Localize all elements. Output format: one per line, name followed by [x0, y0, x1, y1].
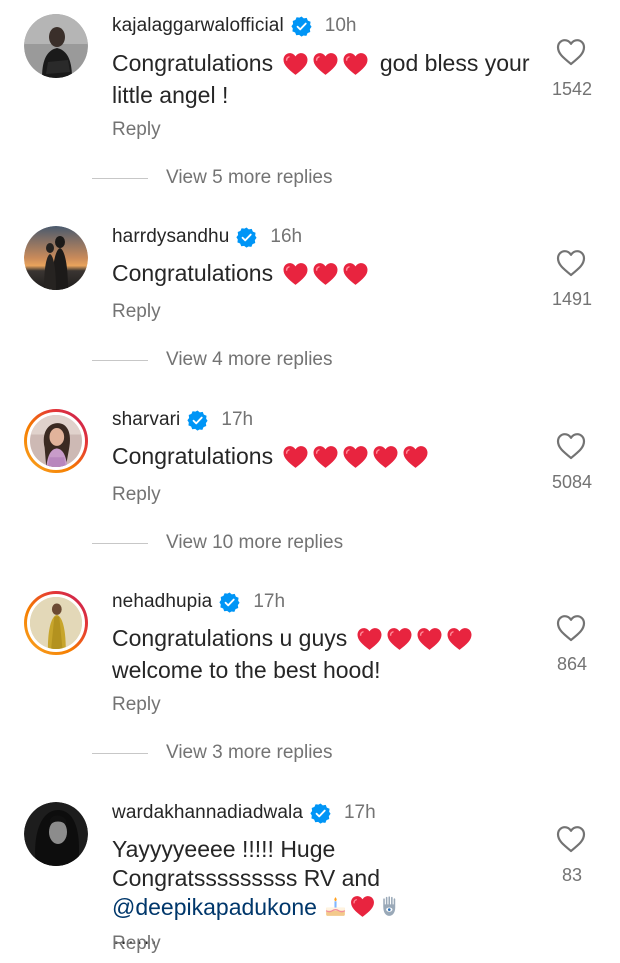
comment-username[interactable]: kajalaggarwalofficial: [112, 15, 284, 37]
verified-badge-icon: [236, 227, 257, 248]
red-heart-emoji: [356, 627, 383, 651]
comment-text-part: Congratulations: [112, 443, 274, 469]
view-replies-label: View 5 more replies: [166, 167, 333, 188]
reply-button[interactable]: Reply: [112, 484, 161, 506]
comment-text: Congratulations: [112, 442, 532, 474]
heart-outline-icon[interactable]: [556, 432, 586, 460]
avatar-photo: [30, 597, 82, 649]
reply-button[interactable]: Reply: [112, 933, 161, 955]
avatar-photo: [24, 802, 88, 866]
divider: [92, 177, 148, 179]
comment-username[interactable]: nehadhupia: [112, 591, 212, 613]
heart-outline-icon[interactable]: [556, 38, 586, 66]
heart-outline-icon[interactable]: [556, 249, 586, 277]
comment-timestamp: 10h: [324, 15, 357, 36]
avatar-photo: [30, 415, 82, 467]
red-heart-emoji: [312, 445, 339, 469]
comment-text-part: Congratulations u guys: [112, 625, 348, 651]
view-replies-label: View 10 more replies: [166, 532, 344, 553]
heart-emoji-group: [282, 52, 372, 81]
view-replies-label: View 3 more replies: [166, 742, 333, 763]
comment-username[interactable]: harrdysandhu: [112, 226, 229, 248]
red-heart-emoji: [402, 445, 429, 469]
red-heart-emoji: [342, 262, 369, 286]
view-more-replies[interactable]: View 3 more replies: [92, 741, 333, 765]
like-count: 5084: [551, 472, 593, 492]
red-heart-emoji: [342, 52, 369, 76]
reply-button[interactable]: Reply: [112, 119, 161, 141]
comment-username[interactable]: sharvari: [112, 409, 180, 431]
heart-emoji-group: [282, 262, 372, 291]
heart-emoji-group: [282, 445, 432, 474]
divider: [92, 542, 148, 544]
red-heart-emoji: [282, 445, 309, 469]
comment-text-part: Yayyyyeeee !!!!! Huge Congratsssssssss R…: [112, 836, 381, 891]
comment-timestamp: 17h: [253, 591, 286, 612]
comment-username[interactable]: wardakhannadiadwala: [112, 802, 303, 824]
like-count: 83: [561, 865, 583, 885]
avatar[interactable]: [24, 409, 88, 473]
red-heart-emoji: [282, 262, 309, 286]
view-more-replies[interactable]: View 4 more replies: [92, 348, 333, 372]
comment-text-part: Congratulations: [112, 50, 274, 76]
avatar-photo: [24, 14, 88, 78]
red-heart-emoji: [312, 52, 339, 76]
like-count: 1542: [551, 79, 593, 99]
red-heart-emoji: [446, 627, 473, 651]
comment-text-part: welcome to the best hood!: [112, 657, 381, 683]
avatar[interactable]: [24, 591, 88, 655]
view-more-replies[interactable]: View 5 more replies: [92, 166, 333, 190]
verified-badge-icon: [219, 592, 240, 613]
heart-outline-icon[interactable]: [556, 614, 586, 642]
red-heart-emoji: [372, 445, 399, 469]
red-heart-emoji: [312, 262, 339, 286]
avatar[interactable]: [24, 226, 88, 290]
verified-badge-icon: [310, 803, 331, 824]
birthday-cake-emoji: [326, 897, 346, 916]
comment-timestamp: 17h: [221, 409, 254, 430]
red-heart-emoji: [350, 895, 375, 918]
divider: [92, 359, 148, 361]
avatar[interactable]: [24, 14, 88, 78]
red-heart-emoji: [282, 52, 309, 76]
heart-outline-icon[interactable]: [556, 825, 586, 853]
divider: [92, 752, 148, 754]
red-heart-emoji: [342, 445, 369, 469]
red-heart-emoji: [416, 627, 443, 651]
view-more-replies[interactable]: View 10 more replies: [92, 531, 343, 555]
comment-text: Congratulations: [112, 259, 532, 291]
avatar[interactable]: [24, 802, 88, 866]
comment-text: Congratulations u guys welcome to the be…: [112, 624, 532, 685]
verified-badge-icon: [291, 16, 312, 37]
view-replies-label: View 4 more replies: [166, 349, 333, 370]
avatar-photo: [24, 226, 88, 290]
comment-text-part: Congratulations: [112, 260, 274, 286]
emoji-group: [323, 894, 404, 920]
like-count: 864: [556, 654, 588, 674]
like-count: 1491: [551, 289, 593, 309]
verified-badge-icon: [187, 410, 208, 431]
comment-text: Congratulations god bless your little an…: [112, 49, 532, 110]
reply-button[interactable]: Reply: [112, 694, 161, 716]
hamsa-emoji: [383, 896, 396, 916]
reply-button[interactable]: Reply: [112, 301, 161, 323]
red-heart-emoji: [386, 627, 413, 651]
heart-emoji-group: [356, 627, 476, 656]
mention-link[interactable]: @deepikapadukone: [112, 894, 317, 920]
comment-timestamp: 16h: [270, 226, 303, 247]
comment-timestamp: 17h: [343, 802, 376, 823]
